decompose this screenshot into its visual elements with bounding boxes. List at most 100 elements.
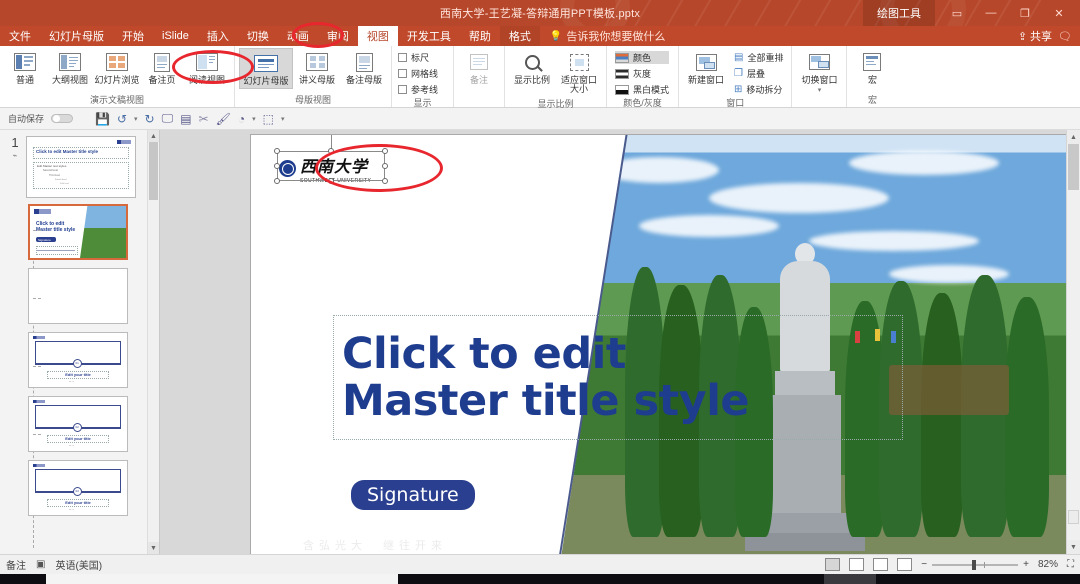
resize-handle-nw[interactable] — [274, 148, 280, 154]
checkbox-ruler[interactable]: 标尺 — [398, 51, 438, 64]
master-slide-row[interactable]: 1 ⌁ Click to edit Master title style Edi… — [0, 130, 147, 198]
autosave-toggle[interactable] — [51, 114, 74, 123]
title-placeholder[interactable]: Click to edit Master title style — [333, 315, 903, 440]
notes-button-label[interactable]: 备注 — [6, 557, 26, 572]
zoom-in-button[interactable]: + — [1023, 559, 1029, 570]
checkbox-gridlines[interactable]: 网格线 — [398, 67, 438, 80]
scroll-down-icon[interactable]: ▼ — [1067, 540, 1080, 554]
tab-format[interactable]: 格式 — [499, 26, 540, 46]
tab-animations[interactable]: 动画 — [278, 26, 318, 46]
tab-view[interactable]: 视图 — [357, 26, 398, 46]
scrollbar-extra-button[interactable] — [1068, 510, 1079, 524]
qat-more-icon[interactable]: ▾ — [281, 115, 285, 123]
ribbon-option-move-split[interactable]: ⊞ 移动拆分 — [734, 83, 783, 96]
thumbnail-layout-5[interactable]: 03 Edit your title ▪▪▪▪ — [28, 460, 128, 516]
thumbnail-layout-1[interactable]: Click to edit Master title style Signatu… — [28, 204, 128, 260]
new-slide-icon[interactable]: ▤ — [180, 112, 191, 126]
tab-file[interactable]: 文件 — [0, 26, 40, 46]
ribbon-option-color[interactable]: 颜色 — [615, 51, 670, 64]
tell-me-search[interactable]: 💡 告诉我你想要做什么 — [540, 26, 675, 46]
picture-icon[interactable]: ⬚ — [263, 112, 274, 126]
thumbnail-scrollbar[interactable]: ▲ ▼ — [147, 130, 159, 554]
tab-insert[interactable]: 插入 — [198, 26, 238, 46]
resize-handle-w[interactable] — [274, 163, 280, 169]
reading-view-button[interactable] — [873, 558, 889, 571]
scroll-up-icon[interactable]: ▲ — [148, 130, 159, 142]
zoom-level-label[interactable]: 82% — [1038, 559, 1058, 570]
resize-handle-n[interactable] — [328, 148, 334, 154]
resize-handle-se[interactable] — [382, 178, 388, 184]
slideshow-button[interactable] — [897, 558, 913, 571]
zoom-out-button[interactable]: − — [921, 559, 927, 570]
ribbon-button-notes-master[interactable]: 备注母版 — [341, 48, 387, 87]
slide-editing-surface[interactable]: 西南大学 SOUTHWEST UNIVERSITY Click to edit … — [250, 134, 1070, 554]
slide-sorter-button[interactable] — [849, 558, 865, 571]
rotation-handle[interactable] — [327, 134, 335, 135]
save-icon[interactable]: 💾 — [95, 112, 110, 126]
taskbar-active-window[interactable] — [46, 574, 398, 584]
theme-dropdown-icon[interactable]: ▾ — [252, 115, 256, 123]
comments-icon[interactable]: 🗨 — [1058, 30, 1072, 43]
animation-painter-icon[interactable]: 🖌 — [216, 112, 231, 126]
ribbon-option-grayscale[interactable]: 灰度 — [615, 67, 669, 80]
tab-home[interactable]: 开始 — [113, 26, 153, 46]
ribbon-option-arrange-all[interactable]: ▤ 全部重排 — [734, 51, 783, 64]
ribbon-button-reading-view[interactable]: 阅读视图 — [184, 48, 230, 87]
language-indicator[interactable]: 英语(美国) — [55, 557, 102, 572]
thumbnail-layout-4[interactable]: 02 Edit your title ▪▪▪▪ — [28, 396, 128, 452]
dropdown-arrow-icon[interactable]: ▾ — [818, 87, 822, 94]
cut-icon[interactable]: ✂ — [199, 112, 209, 126]
resize-handle-e[interactable] — [382, 163, 388, 169]
scroll-down-icon[interactable]: ▼ — [148, 542, 159, 554]
scrollbar-thumb[interactable] — [149, 142, 158, 200]
ribbon-option-black-white[interactable]: 黑白模式 — [615, 83, 669, 96]
resize-handle-s[interactable] — [328, 178, 334, 184]
ribbon-option-cascade[interactable]: ❐ 层叠 — [734, 67, 783, 80]
zoom-slider[interactable]: − + — [921, 559, 1029, 570]
checkbox-guides[interactable]: 参考线 — [398, 83, 438, 96]
undo-dropdown-icon[interactable]: ▾ — [134, 115, 138, 123]
ribbon-button-normal[interactable]: 普通 — [4, 48, 46, 87]
thumbnail-layout-3[interactable]: 01 Edit your title ▪▪▪▪ — [28, 332, 128, 388]
thumbnail-layout-row[interactable] — [0, 268, 147, 324]
zoom-knob[interactable] — [972, 559, 977, 570]
tab-help[interactable]: 帮助 — [460, 26, 500, 46]
tab-developer[interactable]: 开发工具 — [398, 26, 460, 46]
ribbon-button-slide-master[interactable]: 幻灯片母版 — [239, 48, 293, 90]
thumbnail-layout-row[interactable]: 02 Edit your title ▪▪▪▪ — [0, 396, 147, 452]
scroll-up-icon[interactable]: ▲ — [1067, 130, 1080, 144]
thumbnail-layout-row[interactable]: 03 Edit your title ▪▪▪▪ — [0, 460, 147, 516]
fit-to-window-button[interactable]: ⛶ — [1067, 559, 1074, 570]
start-slideshow-icon[interactable]: 🖵 — [162, 111, 174, 126]
ribbon-button-macro[interactable]: 宏 — [851, 48, 893, 87]
ribbon-button-switch-windows[interactable]: 切换窗口 ▾ — [796, 48, 842, 97]
ribbon-button-notes[interactable]: 备注 — [458, 48, 500, 87]
undo-icon[interactable]: ↺ — [117, 112, 127, 126]
resize-handle-sw[interactable] — [274, 178, 280, 184]
canvas-vertical-scrollbar[interactable]: ▲ ▼ — [1066, 130, 1080, 554]
tab-review[interactable]: 审阅 — [318, 26, 358, 46]
ribbon-button-outline-view[interactable]: 大纲视图 — [47, 48, 93, 87]
scrollbar-thumb[interactable] — [1068, 144, 1079, 190]
thumbnail-slide-master[interactable]: Click to edit Master title style Edit Ma… — [26, 136, 136, 198]
thumbnail-layout-row[interactable]: Click to edit Master title style Signatu… — [0, 204, 147, 260]
ribbon-button-slide-sorter[interactable]: 幻灯片浏览 — [94, 48, 140, 87]
slide-thumbnail-pane[interactable]: 1 ⌁ Click to edit Master title style Edi… — [0, 130, 160, 554]
notes-icon[interactable]: ▣ — [36, 559, 45, 570]
normal-view-button[interactable] — [825, 558, 841, 571]
redo-icon[interactable]: ↻ — [145, 112, 155, 126]
thumbnail-layout-row[interactable]: 01 Edit your title ▪▪▪▪ — [0, 332, 147, 388]
thumbnail-layout-2[interactable] — [28, 268, 128, 324]
resize-handle-ne[interactable] — [382, 148, 388, 154]
ribbon-button-zoom[interactable]: 显示比例 — [509, 48, 555, 87]
tab-islide[interactable]: iSlide — [153, 26, 198, 46]
ribbon-button-notes-page[interactable]: 备注页 — [141, 48, 183, 87]
ribbon-button-fit-to-window[interactable]: 适应窗口大小 — [556, 48, 602, 97]
tab-slide-master[interactable]: 幻灯片母版 — [40, 26, 113, 46]
tab-transitions[interactable]: 切换 — [238, 26, 278, 46]
signature-badge[interactable]: Signature — [351, 480, 475, 510]
ribbon-button-handout-master[interactable]: 讲义母版 — [294, 48, 340, 87]
taskbar-item[interactable] — [824, 574, 876, 584]
zoom-track[interactable] — [932, 559, 1019, 570]
theme-icon[interactable]: ◔ — [238, 112, 245, 126]
